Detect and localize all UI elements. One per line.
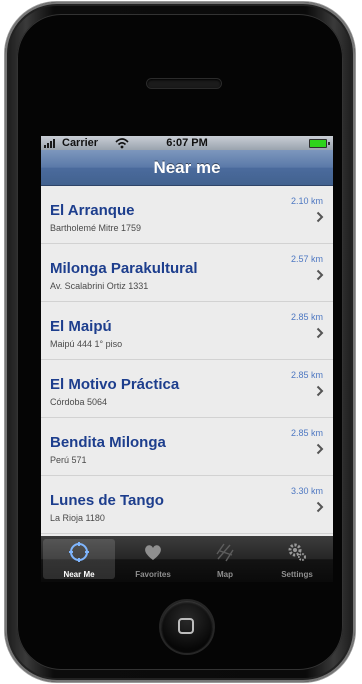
chevron-right-icon xyxy=(316,269,324,281)
venue-address: Córdoba 5064 xyxy=(50,397,108,407)
list-item[interactable]: Bendita Milonga Perú 571 2.85 km xyxy=(41,418,333,476)
venue-address: Av. Scalabrini Ortiz 1331 xyxy=(50,281,149,291)
tab-label: Favorites xyxy=(135,570,171,579)
heart-icon xyxy=(145,545,161,560)
venue-address: La Rioja 1180 xyxy=(50,513,105,523)
iphone-frame: Carrier 6:07 PM Near me El Arranque Bart… xyxy=(5,2,355,682)
venue-address: Perú 571 xyxy=(50,455,87,465)
venue-distance: 2.85 km xyxy=(290,370,323,380)
venue-name: Bendita Milonga xyxy=(50,434,166,451)
venue-distance: 3.30 km xyxy=(290,486,323,496)
map-icon xyxy=(216,543,234,562)
chevron-right-icon xyxy=(316,327,324,339)
chevron-right-icon xyxy=(316,211,324,223)
venue-list: El Arranque Bartholemé Mitre 1759 2.10 k… xyxy=(41,186,333,536)
venue-address: Maipú 444 1° piso xyxy=(50,339,123,349)
tab-bar: Near Me Favorites Map Settings xyxy=(41,536,333,582)
tab-map[interactable]: Map xyxy=(189,536,261,582)
app-screen: Carrier 6:07 PM Near me El Arranque Bart… xyxy=(41,136,333,582)
venue-address: Bartholemé Mitre 1759 xyxy=(50,223,142,233)
battery-icon xyxy=(309,139,330,148)
tab-near-me[interactable]: Near Me xyxy=(43,539,115,579)
compass-icon xyxy=(69,542,89,562)
list-item[interactable]: El Motivo Práctica Córdoba 5064 2.85 km xyxy=(41,360,333,418)
home-button[interactable] xyxy=(161,601,213,653)
status-time: 6:07 PM xyxy=(166,137,208,149)
venue-name: El Arranque xyxy=(50,202,135,219)
status-bar: Carrier 6:07 PM xyxy=(41,136,333,150)
venue-distance: 2.10 km xyxy=(290,196,323,206)
earpiece-speaker xyxy=(147,79,221,88)
venue-distance: 2.85 km xyxy=(290,312,323,322)
tab-favorites[interactable]: Favorites xyxy=(117,536,189,582)
gear-icon xyxy=(288,543,306,561)
tab-settings[interactable]: Settings xyxy=(261,536,333,582)
chevron-right-icon xyxy=(316,443,324,455)
venue-distance: 2.85 km xyxy=(290,428,323,438)
venue-name: El Maipú xyxy=(50,318,112,335)
tab-label: Near Me xyxy=(63,570,95,579)
list-item[interactable]: El Arranque Bartholemé Mitre 1759 2.10 k… xyxy=(41,186,333,244)
list-item[interactable]: Lunes de Tango La Rioja 1180 3.30 km xyxy=(41,476,333,534)
venue-name: El Motivo Práctica xyxy=(50,376,180,393)
navigation-bar: Near me xyxy=(41,150,333,186)
venue-distance: 2.57 km xyxy=(290,254,323,264)
chevron-right-icon xyxy=(316,501,324,513)
venue-name: Milonga Parakultural xyxy=(50,260,198,277)
venue-name: Lunes de Tango xyxy=(50,492,164,509)
tab-label: Settings xyxy=(281,570,313,579)
list-item[interactable]: Milonga Parakultural Av. Scalabrini Orti… xyxy=(41,244,333,302)
tab-label: Map xyxy=(217,570,233,579)
list-item[interactable]: El Maipú Maipú 444 1° piso 2.85 km xyxy=(41,302,333,360)
chevron-right-icon xyxy=(316,385,324,397)
home-square-icon xyxy=(178,618,194,634)
page-title: Near me xyxy=(153,158,221,177)
